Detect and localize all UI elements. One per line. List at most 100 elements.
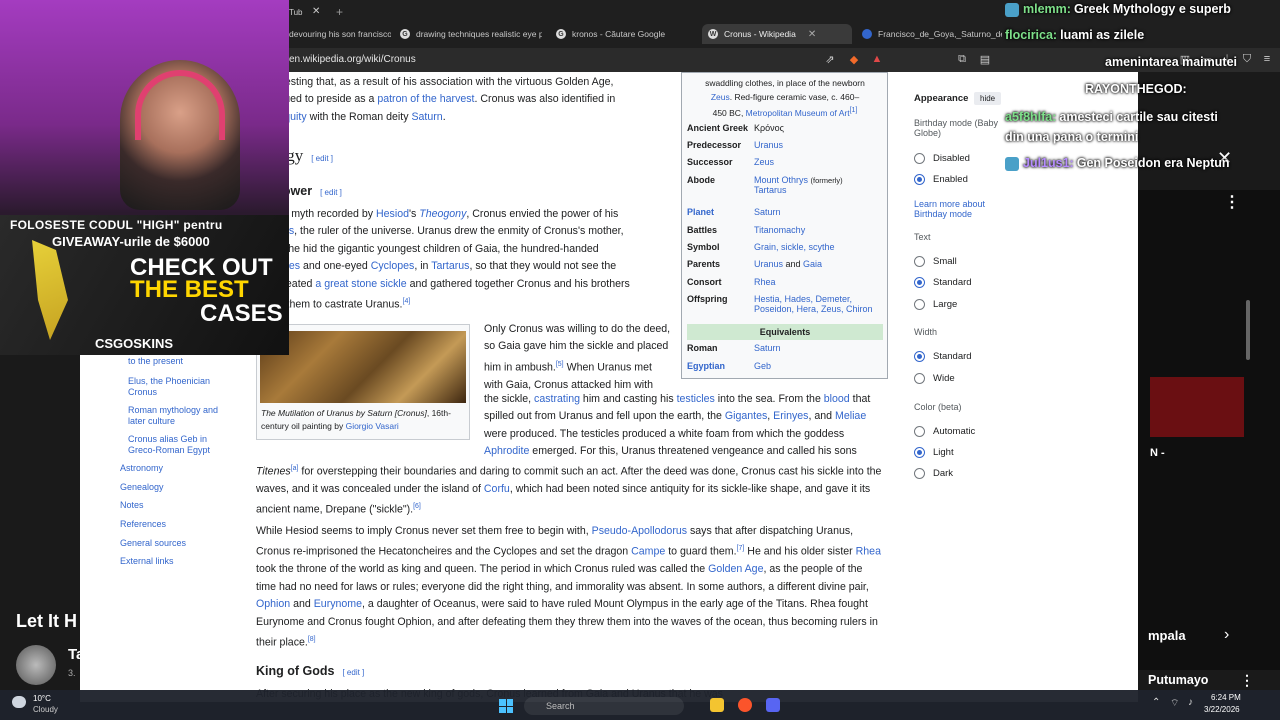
channel-name[interactable]: Putumayo — [1148, 673, 1208, 687]
url-field[interactable]: en.wikipedia.org/wiki/Cronus — [289, 54, 416, 65]
toc-item-genealogy[interactable]: Genealogy — [120, 482, 164, 493]
toc-item-cronus-geb[interactable]: Cronus alias Geb in Greco-Roman Egypt — [128, 434, 228, 456]
video-thumbnail[interactable] — [1150, 377, 1244, 437]
mutilation-of-uranus-painting[interactable] — [260, 331, 466, 403]
citation[interactable]: [8] — [308, 636, 316, 643]
edit-link[interactable]: [ edit ] — [320, 188, 342, 197]
tab-cronus-wikipedia[interactable]: W Cronus - Wikipedia ✕ — [702, 24, 852, 44]
edit-link[interactable]: [ edit ] — [342, 668, 364, 677]
tab-kronos-search[interactable]: G kronos - Căutare Google — [556, 24, 696, 44]
top-tab-label[interactable]: Tub — [289, 8, 303, 17]
more-options-icon[interactable]: ⋮ — [1224, 192, 1240, 212]
link-eurynome[interactable]: Eurynome — [314, 598, 362, 610]
share-icon[interactable]: ⇗ — [823, 52, 837, 66]
toc-item-elus[interactable]: Elus, the Phoenician Cronus — [128, 376, 228, 398]
link-pseudo-apollodorus[interactable]: Pseudo-Apollodorus — [592, 525, 687, 537]
ad-headline-3: CASES — [200, 300, 283, 327]
weather-description[interactable]: Cloudy — [33, 705, 58, 714]
link-saturn[interactable]: Saturn — [411, 111, 442, 123]
sidebar-icon[interactable]: ▤ — [978, 52, 992, 66]
link-campe[interactable]: Campe — [631, 546, 665, 558]
tab-devouring[interactable]: devouring his son francisco — [289, 24, 391, 44]
link-aphrodite[interactable]: Aphrodite — [484, 445, 529, 457]
radio-color-light[interactable]: Light — [914, 447, 954, 458]
clock-time[interactable]: 6:24 PM — [1211, 693, 1241, 702]
ad-giveaway-line: GIVEAWAY-urile de $6000 — [52, 234, 210, 249]
citation[interactable]: [4] — [403, 298, 411, 305]
discord-icon[interactable] — [766, 698, 780, 712]
link-meliae[interactable]: Meliae — [835, 410, 866, 422]
tab-goya-saturno[interactable]: Francisco_de_Goya,_Saturno_devo — [862, 24, 1002, 44]
citation[interactable]: [6] — [413, 503, 421, 510]
rewards-icon[interactable]: ▲ — [870, 52, 884, 66]
citation[interactable]: [5] — [556, 361, 564, 368]
volume-icon[interactable]: ♪ — [1188, 697, 1193, 708]
video-title[interactable]: Let It H — [16, 611, 77, 632]
cloud-icon[interactable] — [12, 696, 26, 708]
radio-width-wide[interactable]: Wide — [914, 373, 955, 384]
birthday-mode-title: Birthday mode (Baby Globe) — [914, 118, 999, 138]
toc-item-roman-mythology[interactable]: Roman mythology and later culture — [128, 405, 228, 427]
link-corfu[interactable]: Corfu — [484, 483, 510, 495]
windows-start-icon[interactable] — [499, 699, 513, 713]
toc-item-general-sources[interactable]: General sources — [120, 538, 186, 549]
avatar[interactable] — [16, 645, 56, 685]
hide-button[interactable]: hide — [974, 92, 1002, 105]
tab-drawing-techniques[interactable]: G drawing techniques realistic eye p — [400, 24, 542, 44]
citation[interactable]: [1] — [850, 107, 858, 114]
radio-color-automatic[interactable]: Automatic — [914, 426, 975, 437]
toc-item-to-the-present[interactable]: to the present — [128, 356, 183, 367]
link-met-museum[interactable]: Metropolitan Museum of Art — [746, 108, 850, 118]
scrollbar[interactable] — [1246, 300, 1250, 360]
radio-width-standard[interactable]: Standard — [914, 351, 972, 362]
extensions-icon[interactable]: ⧉ — [955, 52, 969, 66]
link-theogony[interactable]: Theogony — [419, 208, 466, 220]
edit-link[interactable]: [ edit ] — [311, 154, 333, 163]
now-playing-title[interactable]: mpala — [1148, 628, 1186, 643]
toc-item-references[interactable]: References — [120, 519, 166, 530]
link-castrating[interactable]: castrating — [534, 393, 580, 405]
toc-item-astronomy[interactable]: Astronomy — [120, 463, 163, 474]
radio-color-dark[interactable]: Dark — [914, 468, 953, 479]
tab-close-icon[interactable]: ✕ — [808, 29, 816, 40]
link-blood[interactable]: blood — [824, 393, 850, 405]
radio-text-standard[interactable]: Standard — [914, 277, 972, 288]
brave-shield-icon[interactable]: ◆ — [847, 52, 861, 66]
link-tartarus[interactable]: Tartarus — [431, 260, 469, 272]
link-testicles[interactable]: testicles — [677, 393, 715, 405]
radio-birthday-enabled[interactable]: Enabled — [914, 174, 968, 185]
brave-browser-icon[interactable] — [738, 698, 752, 712]
weather-temperature[interactable]: 10°C — [33, 694, 51, 703]
chat-message: mlemm: Greek Mythology e superb — [1005, 2, 1231, 17]
chevron-right-icon[interactable]: › — [1224, 626, 1229, 644]
clock-date[interactable]: 3/22/2026 — [1204, 705, 1240, 714]
link-gigantes[interactable]: Gigantes — [725, 410, 767, 422]
more-options-icon[interactable]: ⋮ — [1240, 672, 1254, 689]
chat-message: din una pana o termini — [1005, 130, 1139, 144]
tab-label: Cronus - Wikipedia — [724, 29, 796, 39]
link-cyclopes[interactable]: Cyclopes — [371, 260, 415, 272]
radio-birthday-disabled[interactable]: Disabled — [914, 153, 970, 164]
file-explorer-icon[interactable] — [710, 698, 724, 712]
network-icon[interactable]: ⌔ — [1170, 697, 1179, 710]
link-golden-age[interactable]: Golden Age — [708, 563, 763, 575]
link-hesiod[interactable]: Hesiod — [376, 208, 409, 220]
new-tab-icon[interactable]: + — [336, 5, 343, 19]
link-patron-harvest[interactable]: patron of the harvest — [377, 93, 474, 105]
link-rhea[interactable]: Rhea — [856, 546, 881, 558]
toc-item-notes[interactable]: Notes — [120, 500, 144, 511]
link-ophion[interactable]: Ophion — [256, 598, 290, 610]
taskbar-search[interactable]: Search — [524, 697, 684, 715]
channel-title[interactable]: Ta — [68, 646, 84, 663]
ad-headline-2: THE BEST — [130, 276, 249, 303]
link-erinyes[interactable]: Erinyes — [773, 410, 808, 422]
link-stone-sickle[interactable]: a great stone sickle — [315, 278, 406, 290]
radio-text-small[interactable]: Small — [914, 256, 957, 267]
radio-text-large[interactable]: Large — [914, 299, 957, 310]
learn-more-link[interactable]: Learn more about Birthday mode — [914, 199, 1004, 219]
tray-chevron-icon[interactable]: ⌃ — [1152, 697, 1160, 708]
link-giorgio-vasari[interactable]: Giorgio Vasari — [346, 421, 399, 431]
link-zeus[interactable]: Zeus — [711, 92, 730, 102]
tab-close-icon[interactable]: ✕ — [312, 6, 320, 17]
toc-item-external-links[interactable]: External links — [120, 556, 174, 567]
